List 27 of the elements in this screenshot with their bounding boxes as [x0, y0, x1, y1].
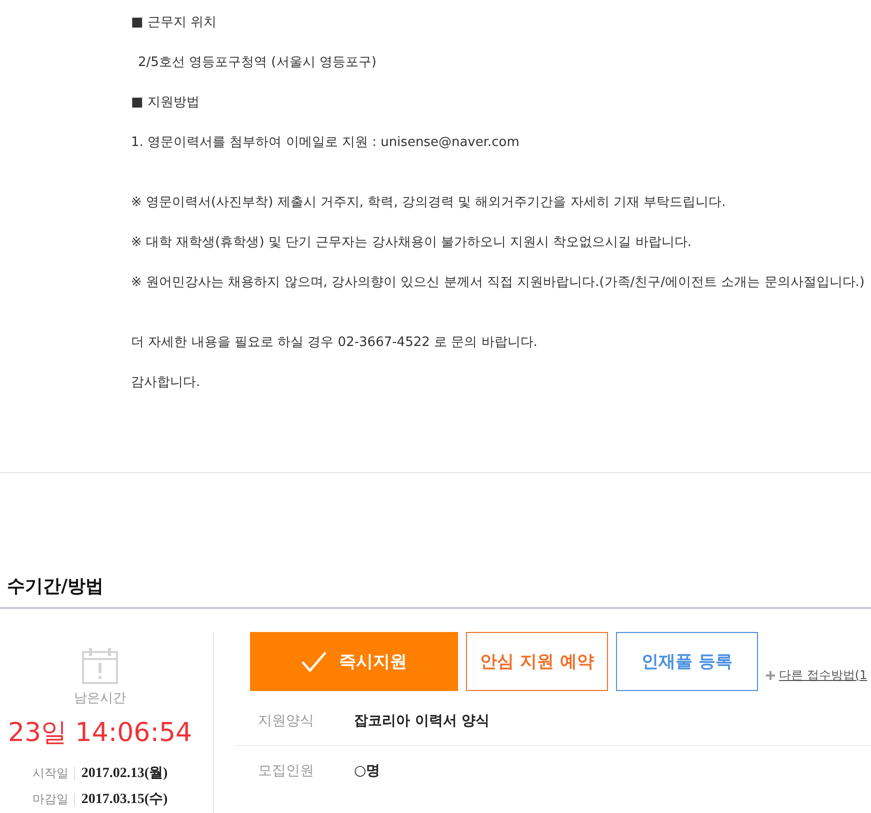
apply-option-button[interactable]: 안심 지원 예약: [466, 632, 608, 691]
paragraph: 더 자세한 내용을 필요로 하실 경우 02-3667-4522 로 문의 바랍니다.: [131, 334, 538, 352]
section-heading: ■ 지원방법: [131, 94, 200, 112]
paragraph: ※ 원어민강사는 채용하지 않으며, 강사의향이 있으신 분께서 직접 지원바랍니다.(가족/친구/에이전트 소개는 문의사절입니다.): [131, 274, 865, 292]
paragraph: ※ 영문이력서(사진부착) 제출시 거주지, 학력, 강의경력 및 해외거주기간을 자세히 기재 부탁드립니다.: [131, 194, 726, 212]
countdown-timer: 23일 14:06:54: [8, 717, 192, 749]
section-heading: ■ 근무지 위치: [131, 14, 217, 32]
detail-value: 잡코리아 이력서 양식: [354, 712, 490, 730]
apply-now-button[interactable]: 즉시지원: [250, 632, 458, 691]
location-text: 2/5호선 영등포구청역 (서울시 영등포구): [137, 54, 376, 72]
detail-label: 지원양식: [258, 712, 315, 730]
calendar-alert-icon: [82, 647, 118, 684]
section-title: 수기간/방법: [7, 575, 104, 599]
remaining-time-label: 남은시간: [74, 690, 126, 708]
paragraph: ※ 대학 재학생(휴학생) 및 단기 근무자는 강사채용이 불가하오니 지원시 착오없으시길 바랍니다.: [131, 234, 692, 252]
check-icon: [301, 650, 327, 672]
date-label: 시작일: [32, 766, 76, 780]
date-value: 2017.03.15(수): [81, 791, 168, 808]
detail-value: ○명: [354, 762, 380, 780]
date-label: 마감일: [32, 792, 76, 806]
apply-option-button[interactable]: 인재풀 등록: [616, 632, 758, 691]
other-methods-link[interactable]: 다른 접수방법(1: [779, 667, 868, 683]
plus-icon: [766, 670, 775, 680]
date-value: 2017.02.13(월): [81, 765, 168, 782]
detail-label: 모집인원: [258, 762, 315, 780]
paragraph: 1. 영문이력서를 첨부하여 이메일로 지원 : unisense@naver.com: [131, 134, 520, 152]
paragraph: 감사합니다.: [131, 374, 200, 392]
